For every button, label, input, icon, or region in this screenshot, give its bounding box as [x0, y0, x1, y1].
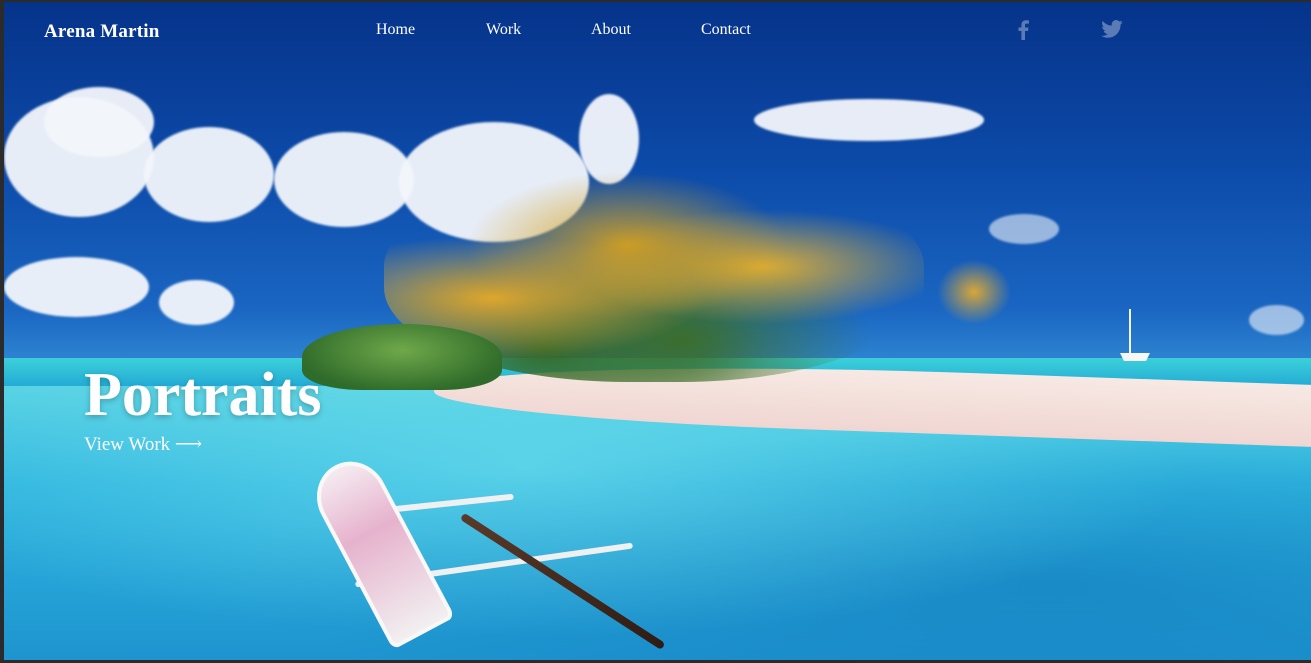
hero-title: Portraits	[84, 361, 322, 429]
hero-section	[4, 2, 1311, 660]
twitter-icon[interactable]	[1101, 20, 1123, 38]
cloud	[159, 280, 234, 325]
nav-work[interactable]: Work	[486, 21, 521, 39]
cloud	[754, 99, 984, 141]
cloud	[1249, 305, 1304, 335]
cloud	[579, 94, 639, 184]
arrow-right-icon: ⟶	[174, 434, 203, 455]
island-bush	[302, 324, 502, 390]
sailboat-image	[1120, 309, 1150, 361]
view-work-link[interactable]: View Work ⟶	[84, 433, 202, 456]
nav-contact[interactable]: Contact	[701, 21, 751, 39]
palm-tree	[934, 257, 1014, 327]
facebook-icon[interactable]	[1017, 20, 1029, 40]
cloud	[274, 132, 414, 227]
nav-about[interactable]: About	[591, 21, 631, 39]
cloud	[44, 87, 154, 157]
nav-home[interactable]: Home	[376, 21, 415, 39]
brand-logo[interactable]: Arena Martin	[44, 21, 160, 43]
view-work-label: View Work	[84, 434, 171, 455]
cloud	[144, 127, 274, 222]
cloud	[4, 257, 149, 317]
cloud	[989, 214, 1059, 244]
